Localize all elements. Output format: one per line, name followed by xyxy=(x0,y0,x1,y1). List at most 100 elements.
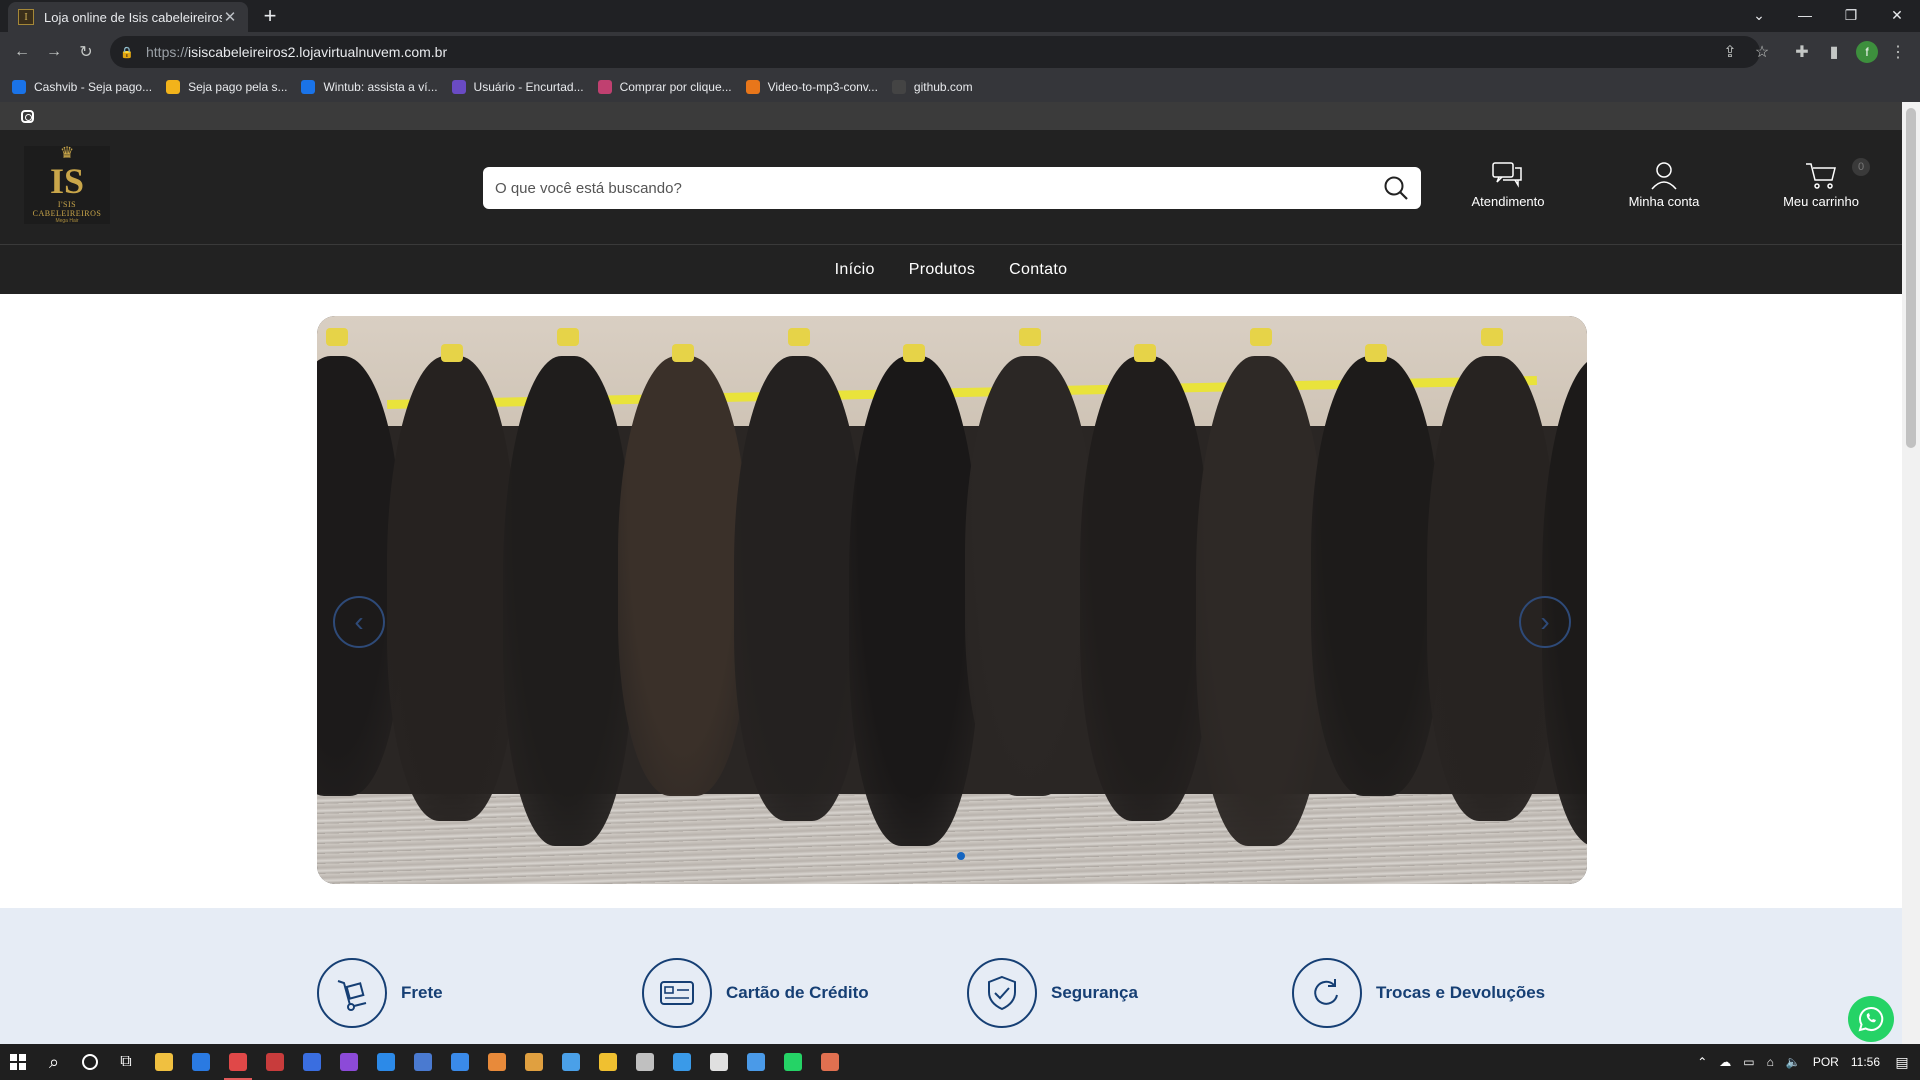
scrollbar-thumb[interactable] xyxy=(1906,108,1916,448)
taskbar-app-icon[interactable] xyxy=(479,1044,515,1080)
battery-icon[interactable]: ▭ xyxy=(1743,1055,1754,1069)
bookmark-item[interactable]: Video-to-mp3-conv... xyxy=(745,80,878,94)
language-indicator[interactable]: POR xyxy=(1813,1055,1839,1069)
bundle-tie xyxy=(788,328,810,346)
minimize-button[interactable]: — xyxy=(1782,0,1828,30)
taskbar-app-icon[interactable] xyxy=(553,1044,589,1080)
taskbar-app-icon[interactable] xyxy=(738,1044,774,1080)
bookmark-item[interactable]: Usuário - Encurtad... xyxy=(451,80,584,94)
bundle-tie xyxy=(557,328,579,346)
page-scrollbar[interactable] xyxy=(1902,102,1920,1044)
taskbar-app-icon[interactable] xyxy=(701,1044,737,1080)
task-view-icon[interactable]: ⧉ xyxy=(108,1044,144,1080)
volume-icon[interactable]: 🔈 xyxy=(1786,1055,1801,1069)
taskbar-app-icon[interactable] xyxy=(331,1044,367,1080)
taskbar-app-icon[interactable] xyxy=(627,1044,663,1080)
hair-strand xyxy=(618,356,748,796)
bookmark-item[interactable]: Comprar por clique... xyxy=(597,80,732,94)
benefit-returns[interactable]: Trocas e Devoluções xyxy=(1292,958,1545,1028)
os-taskbar: ⌕ ⧉ ⌃ ☁ ▭ ⌂ 🔈 POR 11:56 ▤ xyxy=(0,1044,1920,1080)
menu-icon[interactable]: ⋮ xyxy=(1886,40,1910,64)
app-glyph-icon xyxy=(784,1053,802,1071)
cart-icon xyxy=(1806,163,1836,189)
back-icon[interactable]: ← xyxy=(10,40,34,64)
app-glyph-icon xyxy=(303,1053,321,1071)
search-input[interactable] xyxy=(495,179,1371,197)
search-icon[interactable]: ⌕ xyxy=(36,1044,72,1080)
clock[interactable]: 11:56 xyxy=(1851,1055,1880,1069)
tab-search-icon[interactable]: ⌄ xyxy=(1736,0,1782,30)
taskbar-app-icon[interactable] xyxy=(812,1044,848,1080)
nav-item-produtos[interactable]: Produtos xyxy=(909,261,975,279)
taskbar-app-icon[interactable] xyxy=(183,1044,219,1080)
taskbar-app-icon[interactable] xyxy=(257,1044,293,1080)
bookmark-favicon-icon xyxy=(166,80,181,94)
tray-chevron-icon[interactable]: ⌃ xyxy=(1697,1055,1707,1069)
nav-item-inicio[interactable]: Início xyxy=(835,261,875,279)
hair-strand xyxy=(503,356,633,846)
close-tab-icon[interactable]: ✕ xyxy=(222,8,238,26)
search-icon xyxy=(1384,176,1408,200)
extensions-icon[interactable]: ✚ xyxy=(1790,40,1814,64)
benefit-credit-card[interactable]: Cartão de Crédito xyxy=(642,958,869,1028)
taskbar-app-icon[interactable] xyxy=(405,1044,441,1080)
app-glyph-icon xyxy=(414,1053,432,1071)
support-button[interactable]: Atendimento xyxy=(1448,160,1568,209)
slide-indicator[interactable] xyxy=(957,852,965,860)
bundle-tie xyxy=(1134,344,1156,362)
network-icon[interactable]: ⌂ xyxy=(1767,1055,1774,1069)
windows-start-icon[interactable] xyxy=(0,1044,36,1080)
bundle-tie xyxy=(326,328,348,346)
address-bar[interactable]: 🔒 https://isiscabeleireiros2.lojavirtual… xyxy=(110,36,1760,68)
side-panel-icon[interactable]: ▮ xyxy=(1822,40,1846,64)
taskbar-app-icon[interactable] xyxy=(516,1044,552,1080)
profile-avatar[interactable]: f xyxy=(1856,41,1878,63)
app-glyph-icon xyxy=(488,1053,506,1071)
taskbar-app-icon[interactable] xyxy=(294,1044,330,1080)
taskbar-app-icon[interactable] xyxy=(664,1044,700,1080)
restore-button[interactable]: ❐ xyxy=(1828,0,1874,30)
bundle-tie xyxy=(441,344,463,362)
app-glyph-icon xyxy=(266,1053,284,1071)
hair-strand xyxy=(1196,356,1326,846)
browser-tab[interactable]: I Loja online de Isis cabeleireiros ✕ xyxy=(8,2,248,32)
hair-strand xyxy=(387,356,517,821)
bundle-tie xyxy=(1365,344,1387,362)
onedrive-icon[interactable]: ☁ xyxy=(1719,1055,1731,1069)
forward-icon[interactable]: → xyxy=(42,40,66,64)
benefit-shipping[interactable]: Frete xyxy=(317,958,443,1028)
search-button[interactable] xyxy=(1371,167,1421,209)
whatsapp-button[interactable] xyxy=(1848,996,1894,1042)
app-glyph-icon xyxy=(451,1053,469,1071)
new-tab-button[interactable]: + xyxy=(258,5,282,28)
bundle-tie xyxy=(903,344,925,362)
cortana-icon[interactable] xyxy=(72,1044,108,1080)
prev-slide-button[interactable]: ‹ xyxy=(333,596,385,648)
nav-item-contato[interactable]: Contato xyxy=(1009,261,1067,279)
account-button[interactable]: Minha conta xyxy=(1604,160,1724,209)
store-logo[interactable]: ♛ IS I'SIS CABELEIREIROS Mega Hair xyxy=(24,146,110,224)
taskbar-app-icon[interactable] xyxy=(775,1044,811,1080)
instagram-icon[interactable] xyxy=(21,110,34,123)
tab-title: Loja online de Isis cabeleireiros xyxy=(44,9,222,25)
url-scheme: https:// xyxy=(146,44,189,60)
bookmark-item[interactable]: Seja pago pela s... xyxy=(166,80,287,94)
taskbar-app-icon[interactable] xyxy=(146,1044,182,1080)
notifications-icon[interactable]: ▤ xyxy=(1884,1044,1920,1080)
app-glyph-icon xyxy=(377,1053,395,1071)
close-window-button[interactable]: ✕ xyxy=(1874,0,1920,30)
next-slide-button[interactable]: › xyxy=(1519,596,1571,648)
bookmark-item[interactable]: Wintub: assista a ví... xyxy=(301,80,438,94)
bookmark-item[interactable]: github.com xyxy=(891,80,973,94)
share-icon[interactable]: ⇪ xyxy=(1718,40,1742,64)
bookmark-item[interactable]: Cashvib - Seja pago... xyxy=(12,80,152,94)
taskbar-app-icon[interactable] xyxy=(590,1044,626,1080)
taskbar-app-icon[interactable] xyxy=(442,1044,478,1080)
taskbar-app-icon[interactable] xyxy=(368,1044,404,1080)
bookmark-star-icon[interactable]: ☆ xyxy=(1750,40,1774,64)
benefit-security[interactable]: Segurança xyxy=(967,958,1138,1028)
reload-icon[interactable]: ↻ xyxy=(74,40,98,64)
taskbar-app-icon[interactable] xyxy=(220,1044,256,1080)
top-bar xyxy=(0,102,1902,130)
hair-strand xyxy=(1080,356,1210,821)
